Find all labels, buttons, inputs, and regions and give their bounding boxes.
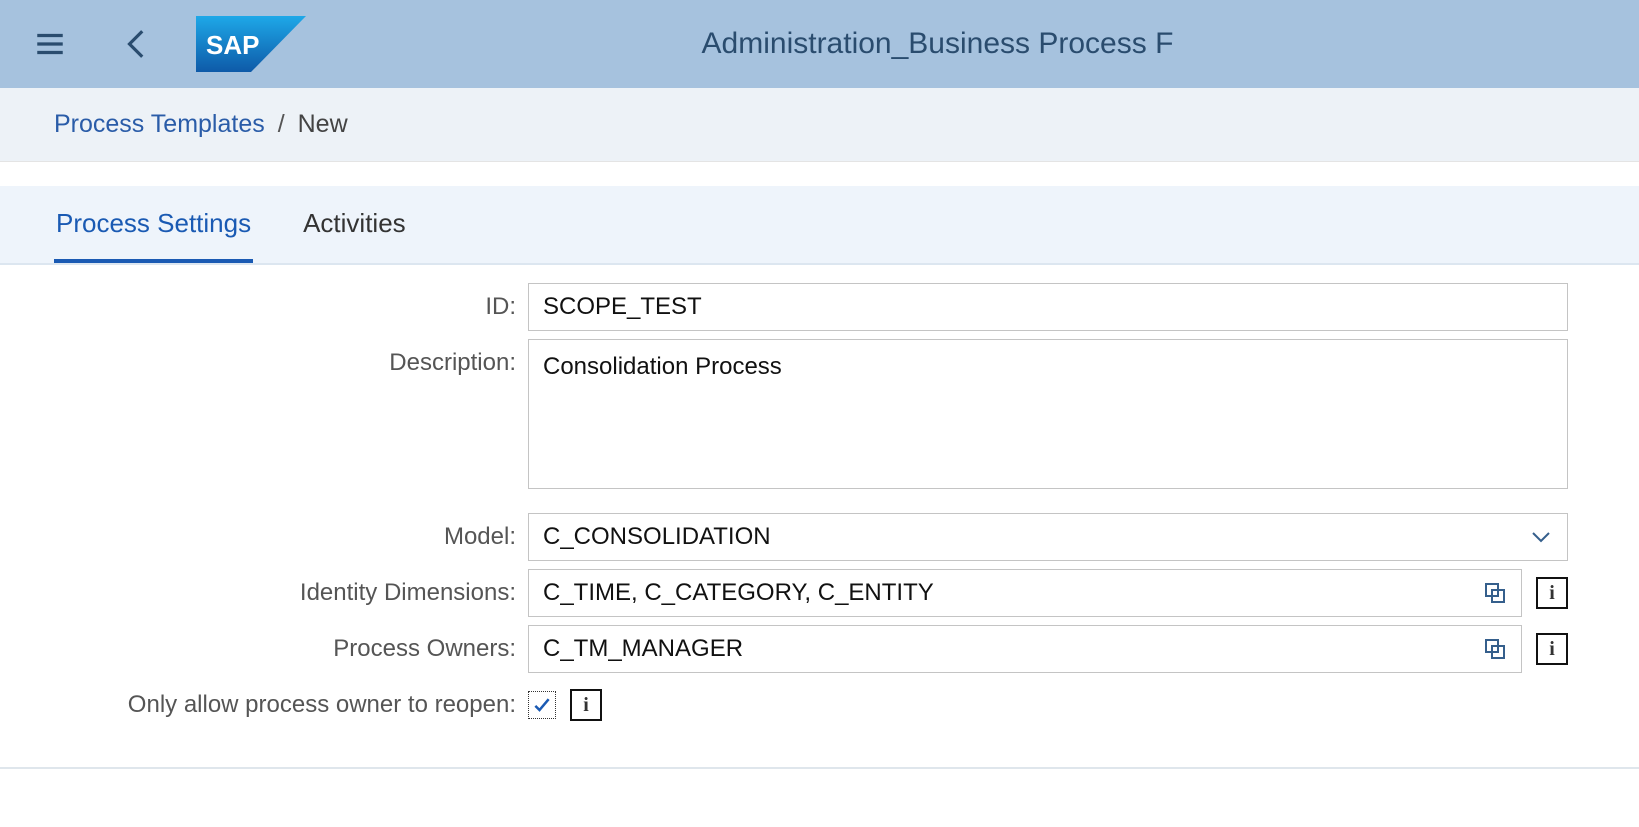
reopen-label: Only allow process owner to reopen: <box>0 681 528 729</box>
id-label: ID: <box>0 283 528 331</box>
breadcrumb-link-templates[interactable]: Process Templates <box>54 110 265 138</box>
info-icon[interactable]: i <box>1536 577 1568 609</box>
shell-title: Administration_Business Process F <box>702 27 1174 61</box>
process-owners-value: C_TM_MANAGER <box>543 635 743 663</box>
sap-logo: SAP <box>196 16 306 72</box>
value-help-icon[interactable] <box>1481 579 1509 607</box>
process-owners-input[interactable]: C_TM_MANAGER <box>528 625 1522 673</box>
shell-bar: SAP Administration_Business Process F <box>0 0 1639 88</box>
process-owners-label: Process Owners: <box>0 625 528 673</box>
model-select[interactable]: C_CONSOLIDATION <box>528 513 1568 561</box>
reopen-checkbox[interactable] <box>528 691 556 719</box>
breadcrumb-separator: / <box>278 110 285 138</box>
form-process-settings: ID: Description: Model: C_CONSOLIDATION … <box>0 265 1639 767</box>
back-button[interactable] <box>108 14 168 74</box>
breadcrumb: Process Templates / New <box>0 88 1639 162</box>
identity-dimensions-value: C_TIME, C_CATEGORY, C_ENTITY <box>543 579 934 607</box>
hamburger-icon[interactable] <box>20 14 80 74</box>
description-label: Description: <box>0 339 528 387</box>
breadcrumb-current: New <box>298 110 348 138</box>
info-icon[interactable]: i <box>570 689 602 721</box>
shell-left-controls: SAP <box>20 14 306 74</box>
svg-text:SAP: SAP <box>206 30 259 60</box>
identity-dimensions-input[interactable]: C_TIME, C_CATEGORY, C_ENTITY <box>528 569 1522 617</box>
chevron-down-icon[interactable] <box>1527 523 1555 551</box>
tab-activities[interactable]: Activities <box>301 186 408 263</box>
tab-process-settings[interactable]: Process Settings <box>54 186 253 263</box>
id-input[interactable] <box>528 283 1568 331</box>
info-icon[interactable]: i <box>1536 633 1568 665</box>
value-help-icon[interactable] <box>1481 635 1509 663</box>
identity-dimensions-label: Identity Dimensions: <box>0 569 528 617</box>
tab-bar: Process Settings Activities <box>0 186 1639 265</box>
model-label: Model: <box>0 513 528 561</box>
description-input[interactable] <box>528 339 1568 489</box>
model-value: C_CONSOLIDATION <box>543 523 771 551</box>
